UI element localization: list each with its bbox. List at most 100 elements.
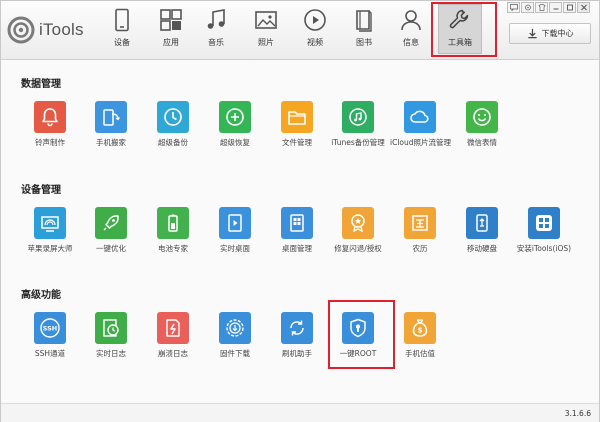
- tool-live-desktop[interactable]: 实时桌面: [205, 207, 265, 253]
- tool-tile: [34, 207, 66, 239]
- tool-ssh-tunnel[interactable]: SSH SSH通道: [20, 312, 80, 358]
- tab-apps[interactable]: 应用: [149, 5, 193, 53]
- tool-crash-log[interactable]: 崩溃日志: [143, 312, 203, 358]
- svg-text:$: $: [418, 327, 423, 335]
- tool-lunar-calendar[interactable]: 农历: [390, 207, 450, 253]
- tool-tile: [95, 312, 127, 344]
- phone-transfer-icon: [103, 109, 121, 126]
- tool-tile: [528, 207, 560, 239]
- tool-phone-valuation[interactable]: $ 手机估值: [390, 312, 450, 358]
- minimize-button[interactable]: [549, 2, 562, 13]
- tool-label: 刷机助手: [282, 349, 312, 358]
- tab-label: 照片: [258, 38, 274, 47]
- tool-one-click-optimize[interactable]: 一键优化: [81, 207, 141, 253]
- tool-install-itools-ios[interactable]: 安装iTools(iOS): [514, 207, 574, 253]
- tab-device[interactable]: 设备: [100, 5, 144, 53]
- tool-label: 苹果录屏大师: [27, 244, 73, 253]
- skin-button[interactable]: [535, 2, 548, 13]
- minimize-icon: [553, 8, 558, 10]
- book-icon: [356, 10, 372, 32]
- tool-label: 电池专家: [158, 244, 188, 253]
- tool-super-restore[interactable]: 超级恢复: [205, 101, 265, 147]
- tool-label: 移动硬盘: [467, 244, 497, 253]
- tool-label: 文件管理: [282, 138, 312, 147]
- tool-label: 铃声制作: [35, 138, 65, 147]
- tool-tile: [281, 101, 313, 133]
- tool-icloud-photostream[interactable]: iCloud照片流管理: [390, 101, 451, 147]
- tool-tile: [157, 101, 189, 133]
- ssh-icon: SSH: [40, 318, 60, 338]
- tool-label: 一键ROOT: [339, 349, 377, 358]
- itunes-icon: [349, 108, 367, 126]
- tool-realtime-log[interactable]: 实时日志: [81, 312, 141, 358]
- tab-video[interactable]: 视频: [293, 5, 337, 53]
- restore-icon: [226, 108, 244, 126]
- tool-label: 固件下载: [220, 349, 250, 358]
- photo-icon: [255, 11, 277, 29]
- itools-window: iTools 设备 应用 音乐 照片 视频 图书 信息 工具箱 下载中心 数据管…: [0, 0, 600, 422]
- tab-info[interactable]: 信息: [389, 5, 433, 53]
- tool-label: SSH通道: [34, 349, 66, 358]
- tool-flash-assistant[interactable]: 刷机助手: [267, 312, 327, 358]
- tool-tile: [342, 207, 374, 239]
- screen-cast-icon: [41, 216, 59, 232]
- bell-icon: [42, 108, 58, 127]
- tool-itunes-backup[interactable]: iTunes备份管理: [328, 101, 388, 147]
- app-name: iTools: [39, 20, 84, 39]
- phone-icon: [115, 8, 129, 32]
- close-button[interactable]: [577, 2, 590, 13]
- tool-screen-recorder[interactable]: 苹果录屏大师: [20, 207, 80, 253]
- tool-phone-transfer[interactable]: 手机搬家: [81, 101, 141, 147]
- crash-log-icon: [166, 319, 180, 337]
- tool-battery-expert[interactable]: 电池专家: [143, 207, 203, 253]
- tool-label: 修复闪退/授权: [334, 244, 382, 253]
- window-controls: [506, 2, 590, 14]
- tool-desktop-manager[interactable]: 桌面管理: [267, 207, 327, 253]
- flash-cycle-icon: [290, 320, 304, 336]
- tab-photos[interactable]: 照片: [244, 5, 288, 53]
- tool-tile: [219, 312, 251, 344]
- tool-wechat-emoji[interactable]: 微信表情: [452, 101, 512, 147]
- tool-mobile-drive[interactable]: 移动硬盘: [452, 207, 512, 253]
- tool-tile: SSH: [34, 312, 66, 344]
- itools-logo-icon: [7, 16, 35, 44]
- shirt-icon: [538, 4, 545, 11]
- tool-label: 实时桌面: [220, 244, 250, 253]
- root-shield-icon: [350, 318, 366, 338]
- svg-text:SSH: SSH: [43, 325, 58, 333]
- tab-label: 应用: [163, 38, 179, 47]
- chat-icon: [509, 4, 518, 11]
- tab-label: 设备: [114, 38, 130, 47]
- tool-tile: [342, 101, 374, 133]
- feedback-button[interactable]: [507, 2, 520, 13]
- tool-tile: [219, 207, 251, 239]
- tool-label: 崩溃日志: [158, 349, 188, 358]
- tool-label: 手机估值: [405, 349, 435, 358]
- tool-one-click-root[interactable]: 一键ROOT: [328, 312, 388, 358]
- settings-button[interactable]: [521, 2, 534, 13]
- tool-tile: $: [404, 312, 436, 344]
- version-label: 3.1.6.6: [564, 409, 591, 418]
- download-center-button[interactable]: 下载中心: [509, 23, 591, 44]
- tool-label: 微信表情: [467, 138, 497, 147]
- maximize-icon: [566, 4, 573, 11]
- tab-label: 音乐: [208, 38, 224, 47]
- tool-tile: [281, 207, 313, 239]
- tool-tile: [404, 101, 436, 133]
- apps-icon: [160, 9, 182, 31]
- tool-file-manager[interactable]: 文件管理: [267, 101, 327, 147]
- tab-music[interactable]: 音乐: [194, 5, 238, 53]
- user-icon: [401, 10, 421, 31]
- tab-books[interactable]: 图书: [342, 5, 386, 53]
- tool-label: 一键优化: [96, 244, 126, 253]
- cloud-icon: [410, 110, 429, 123]
- section-title-data: 数据管理: [21, 79, 61, 90]
- top-toolbar: iTools 设备 应用 音乐 照片 视频 图书 信息 工具箱 下载中心: [1, 1, 599, 60]
- play-screen-icon: [228, 214, 242, 232]
- tool-fix-crash[interactable]: 修复闪退/授权: [328, 207, 388, 253]
- tool-firmware-download[interactable]: 固件下载: [205, 312, 265, 358]
- tool-super-backup[interactable]: 超级备份: [143, 101, 203, 147]
- maximize-button[interactable]: [563, 2, 576, 13]
- tool-ringtone[interactable]: 铃声制作: [20, 101, 80, 147]
- tab-toolbox[interactable]: 工具箱: [438, 4, 482, 54]
